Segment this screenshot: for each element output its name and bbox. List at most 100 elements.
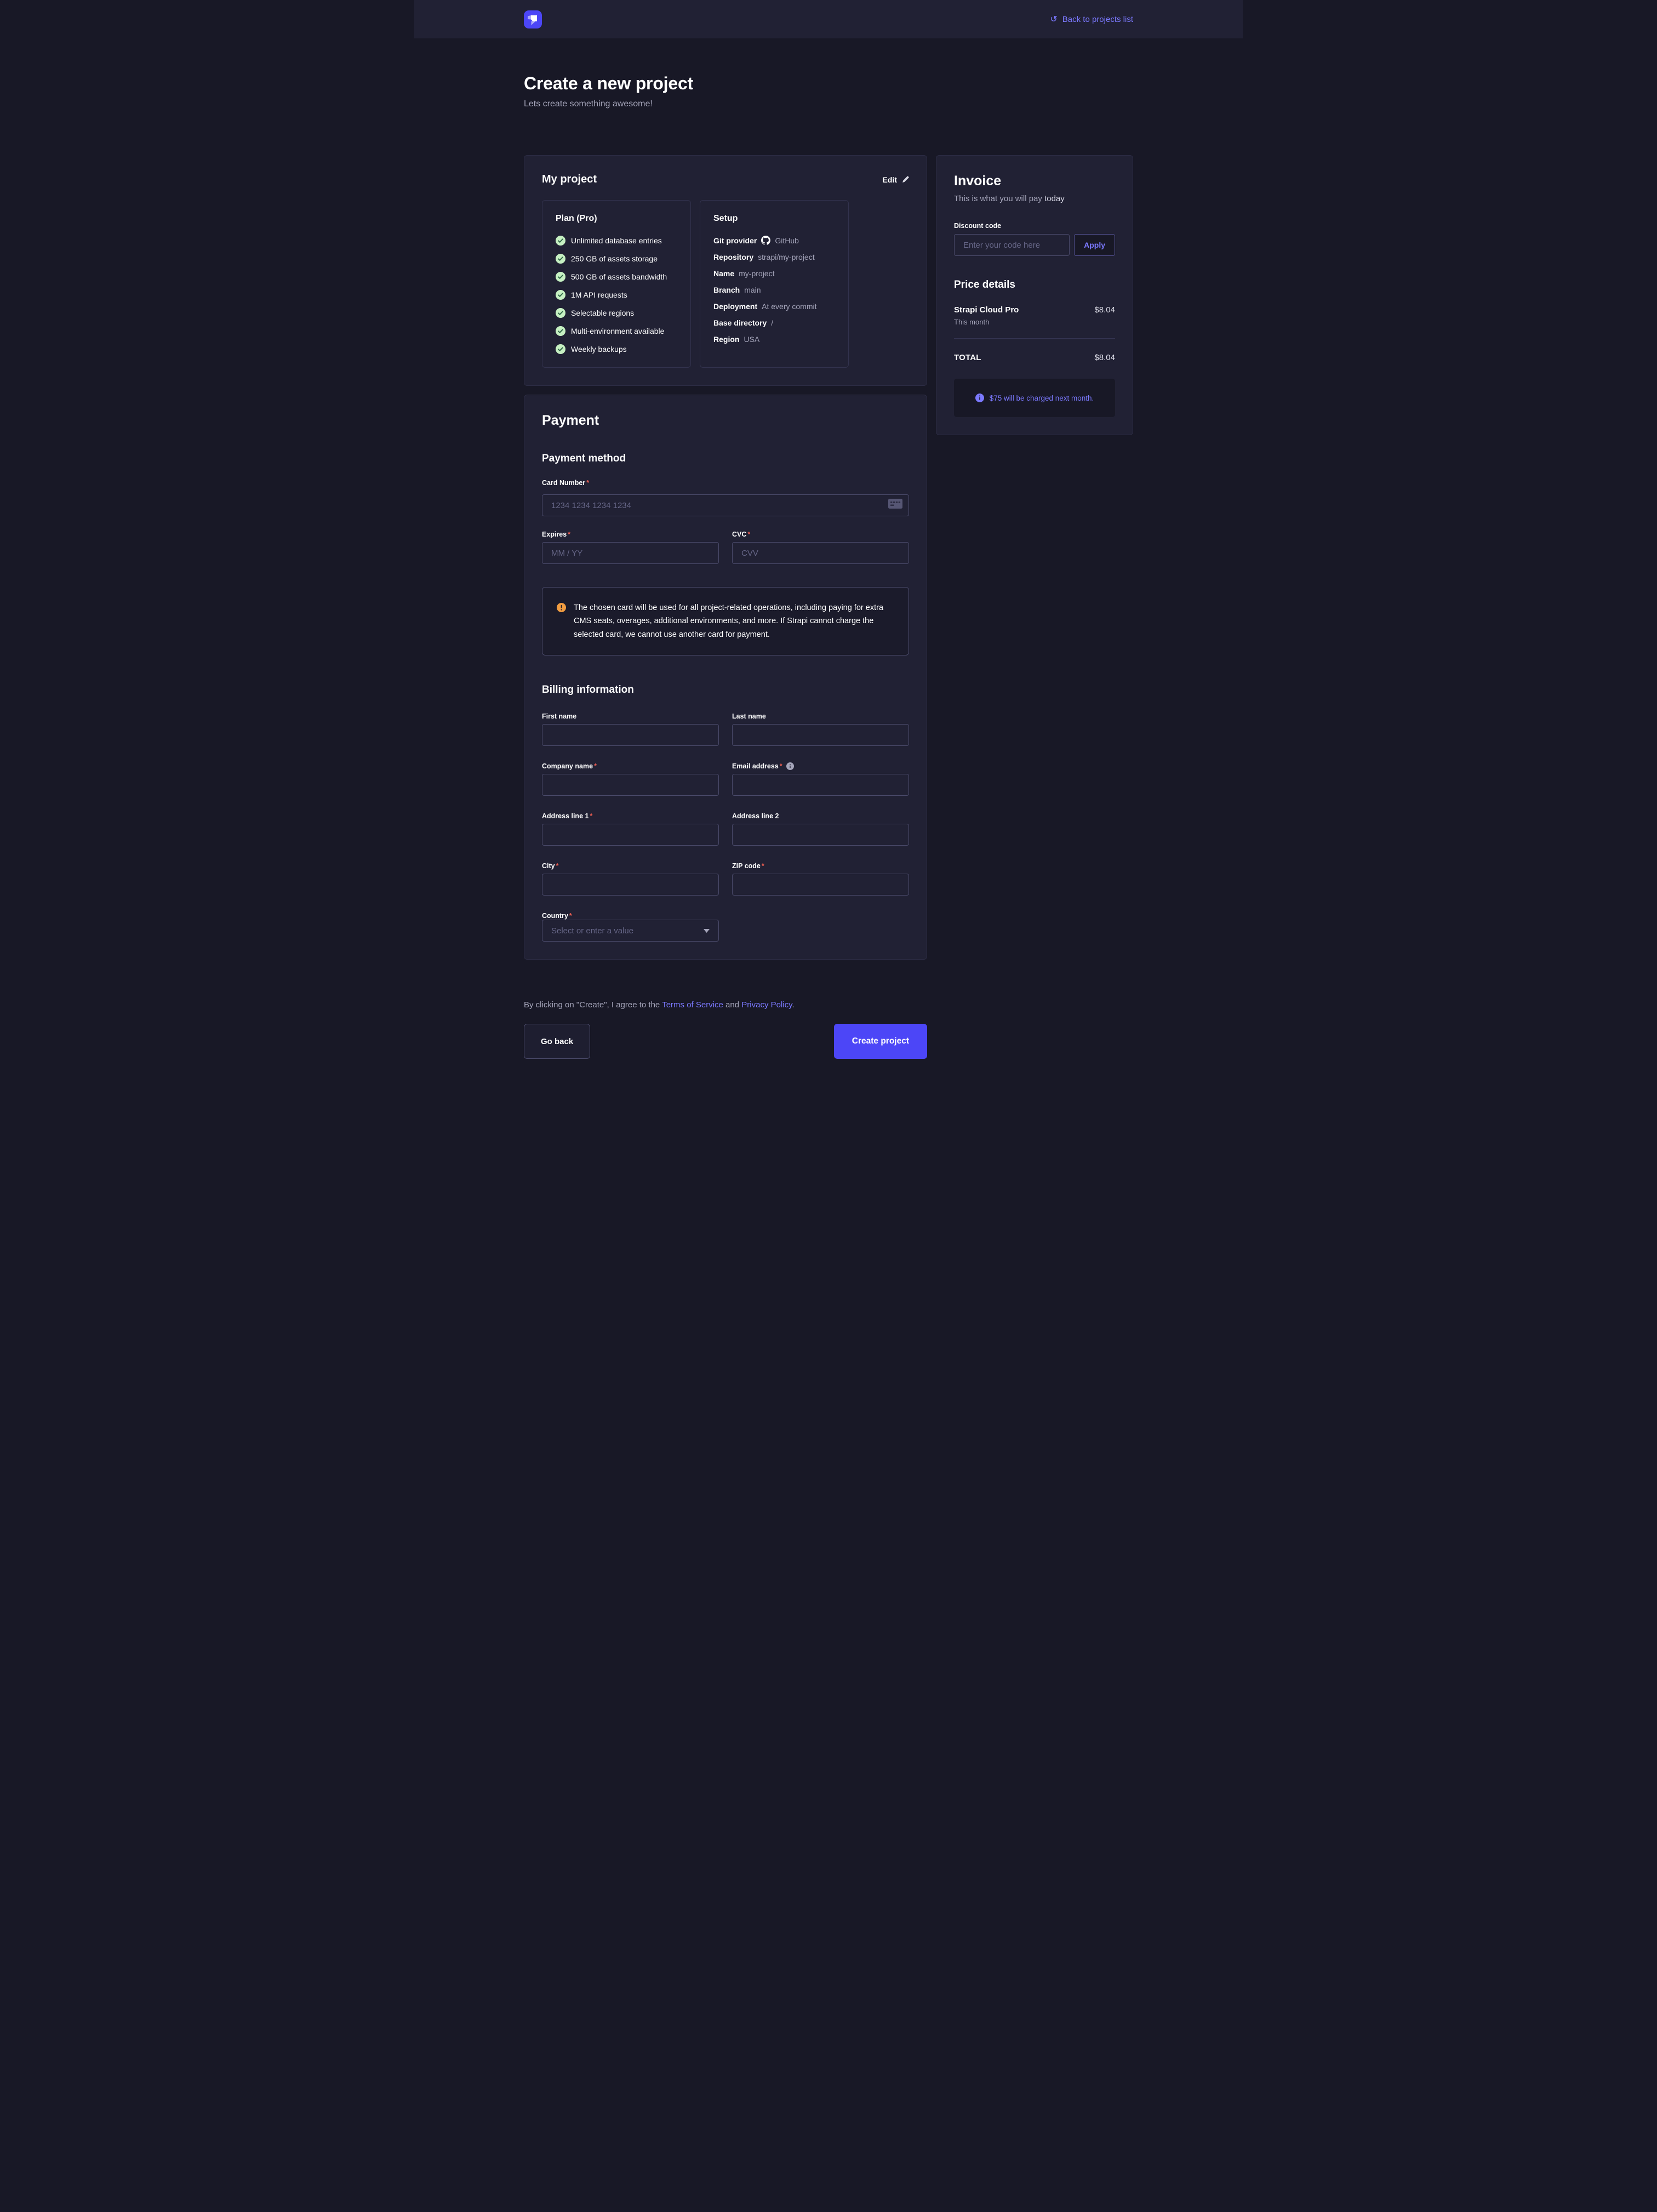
credit-card-icon (888, 499, 902, 509)
check-circle-icon (556, 308, 565, 318)
company-name-input[interactable] (542, 774, 719, 796)
discount-code-label: Discount code (954, 222, 1115, 230)
back-link-label: Back to projects list (1062, 15, 1133, 24)
required-asterisk: * (594, 762, 597, 770)
github-icon (761, 236, 770, 245)
last-name-input[interactable] (732, 724, 909, 746)
plan-feature-item: Selectable regions (556, 308, 677, 318)
company-name-label: Company name * (542, 762, 719, 770)
country-field-group: Country * Select or enter a value (542, 912, 719, 942)
plan-feature-item: 250 GB of assets storage (556, 254, 677, 264)
terms-of-service-link[interactable]: Terms of Service (662, 1000, 723, 1010)
create-project-button[interactable]: Create project (834, 1024, 927, 1059)
feature-label: 250 GB of assets storage (571, 254, 658, 263)
feature-label: 1M API requests (571, 290, 627, 299)
info-icon (975, 394, 984, 402)
cvc-input[interactable] (732, 542, 909, 564)
last-name-field-group: Last name (732, 712, 909, 746)
expires-input[interactable] (542, 542, 719, 564)
first-name-label-text: First name (542, 712, 576, 720)
setup-row-label: Name (713, 269, 734, 278)
app-header: ↺ Back to projects list (414, 0, 1243, 38)
page-footer: By clicking on "Create", I agree to the … (524, 1000, 927, 1136)
required-asterisk: * (762, 862, 764, 870)
city-input[interactable] (542, 874, 719, 896)
country-select[interactable]: Select or enter a value (542, 920, 719, 942)
card-usage-notice-text: The chosen card will be used for all pro… (574, 601, 894, 641)
setup-row-value: At every commit (762, 302, 816, 311)
expires-field-group: Expires * (542, 531, 719, 564)
city-label-text: City (542, 862, 555, 870)
privacy-policy-link[interactable]: Privacy Policy (741, 1000, 792, 1010)
card-number-label-text: Card Number (542, 479, 585, 487)
required-asterisk: * (556, 862, 559, 870)
page-subtitle: Lets create something awesome! (524, 99, 1133, 109)
setup-box: Setup Git provider GitHub Repository (700, 200, 849, 368)
email-label-text: Email address (732, 762, 779, 770)
plan-box: Plan (Pro) Unlimited database entries 25… (542, 200, 691, 368)
feature-label: Multi-environment available (571, 327, 664, 335)
strapi-bolt-icon (524, 10, 542, 28)
edit-project-button[interactable]: Edit (883, 175, 909, 184)
card-usage-notice: The chosen card will be used for all pro… (542, 587, 909, 655)
apply-discount-button[interactable]: Apply (1074, 234, 1115, 256)
expires-label: Expires * (542, 531, 719, 538)
card-number-input[interactable] (542, 494, 909, 516)
setup-row-value: / (771, 318, 773, 327)
feature-label: Selectable regions (571, 309, 634, 317)
card-number-field-group: Card Number * (542, 479, 909, 516)
pencil-icon (902, 176, 909, 183)
line-item-amount: $8.04 (1094, 305, 1115, 315)
setup-row-git-provider: Git provider GitHub (713, 236, 835, 245)
card-number-label: Card Number * (542, 479, 909, 487)
cvc-label-text: CVC (732, 531, 746, 538)
project-summary-card: My project Edit Plan (Pro) (524, 155, 927, 386)
setup-row-value: main (744, 286, 761, 294)
total-label: TOTAL (954, 353, 981, 362)
setup-row-repository: Repository strapi/my-project (713, 253, 835, 261)
invoice-title: Invoice (954, 173, 1115, 189)
required-asterisk: * (780, 762, 782, 770)
email-field-group: Email address * (732, 762, 909, 796)
setup-row-branch: Branch main (713, 286, 835, 294)
address1-label: Address line 1 * (542, 812, 719, 820)
required-asterisk: * (590, 812, 592, 820)
address1-label-text: Address line 1 (542, 812, 588, 820)
city-field-group: City * (542, 862, 719, 896)
discount-code-input[interactable] (954, 234, 1070, 256)
address2-input[interactable] (732, 824, 909, 846)
email-info-icon[interactable] (786, 762, 794, 770)
back-to-projects-link[interactable]: ↺ Back to projects list (1050, 15, 1133, 24)
first-name-input[interactable] (542, 724, 719, 746)
address2-field-group: Address line 2 (732, 812, 909, 846)
price-details-title: Price details (954, 279, 1115, 291)
terms-text: By clicking on "Create", I agree to the … (524, 1000, 927, 1010)
address2-label: Address line 2 (732, 812, 909, 820)
zip-field-group: ZIP code * (732, 862, 909, 896)
line-item-period: This month (954, 318, 1019, 326)
cvc-field-group: CVC * (732, 531, 909, 564)
check-circle-icon (556, 254, 565, 264)
first-name-label: First name (542, 712, 719, 720)
address1-field-group: Address line 1 * (542, 812, 719, 846)
plan-feature-item: 1M API requests (556, 290, 677, 300)
setup-row-value: strapi/my-project (758, 253, 814, 261)
plan-box-title: Plan (Pro) (556, 214, 677, 224)
setup-row-label: Branch (713, 286, 740, 294)
setup-row-value: my-project (739, 269, 774, 278)
last-name-label-text: Last name (732, 712, 766, 720)
zip-input[interactable] (732, 874, 909, 896)
address1-input[interactable] (542, 824, 719, 846)
invoice-subtitle-text: This is what you will pay (954, 194, 1044, 203)
go-back-button[interactable]: Go back (524, 1024, 590, 1059)
country-select-placeholder: Select or enter a value (551, 926, 633, 936)
strapi-cloud-logo[interactable] (524, 10, 542, 28)
email-input[interactable] (732, 774, 909, 796)
plan-feature-list: Unlimited database entries 250 GB of ass… (556, 236, 677, 354)
country-label: Country * (542, 912, 719, 920)
setup-row-label: Git provider (713, 236, 757, 245)
check-circle-icon (556, 272, 565, 282)
company-name-field-group: Company name * (542, 762, 719, 796)
address2-label-text: Address line 2 (732, 812, 779, 820)
setup-row-base-directory: Base directory / (713, 318, 835, 327)
